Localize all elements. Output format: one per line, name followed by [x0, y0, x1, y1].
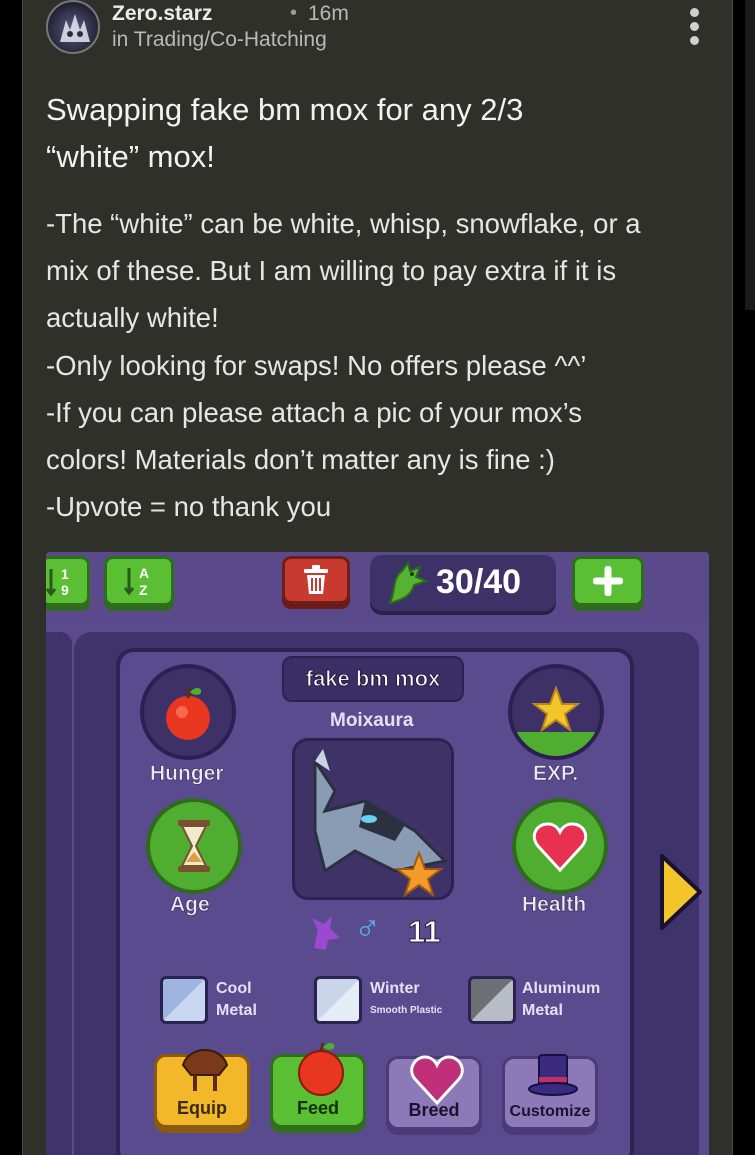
author-avatar[interactable] [46, 0, 100, 54]
equip-button: Equip [154, 1049, 250, 1128]
trash-icon [304, 565, 328, 594]
health-label: Health [522, 893, 587, 917]
post-time: 16m [308, 2, 349, 25]
material-2: Winter Smooth Plastic [370, 978, 442, 1022]
scrollbar[interactable] [745, 0, 755, 310]
heart-icon [532, 822, 588, 873]
age-label: Age [170, 893, 210, 917]
add-pet-button [572, 556, 644, 606]
pet-name: fake bm mox [282, 656, 464, 702]
delete-button [282, 556, 350, 604]
community-link[interactable]: in Trading/Co-Hatching [112, 28, 327, 52]
material-1-name: Cool [216, 980, 252, 997]
pet-species-icon [312, 916, 340, 950]
heart-icon [410, 1055, 464, 1106]
material-swatch-aluminum [468, 976, 516, 1024]
plus-icon [593, 566, 623, 596]
sort-numeric-icon: 1 9 [46, 566, 69, 598]
body-line: colors! Materials don’t matter any is fi… [46, 444, 555, 476]
next-arrow-icon [660, 854, 702, 930]
material-3: Aluminum Metal [522, 978, 600, 1022]
separator-dot: • [290, 2, 298, 24]
hourglass-icon [178, 820, 210, 872]
top-hat-icon [528, 1054, 578, 1096]
post-body: -The “white” can be white, whisp, snowfl… [46, 200, 706, 530]
equip-label: Equip [177, 1098, 227, 1118]
pet-level: 11 [408, 914, 442, 950]
exp-label: EXP. [533, 762, 579, 786]
apple-icon [166, 687, 210, 740]
material-2-name: Winter [370, 980, 420, 997]
sort-alpha-icon: A Z [123, 565, 149, 598]
customize-label: Customize [509, 1103, 591, 1120]
material-1-type: Metal [216, 1002, 257, 1019]
material-swatch-cool-metal [160, 976, 208, 1024]
pet-portrait [292, 738, 454, 900]
post-title-line: Swapping fake bm mox for any 2/3 [46, 92, 524, 127]
hunger-label: Hunger [150, 762, 224, 786]
hunger-meter [140, 664, 236, 760]
age-meter [146, 798, 242, 894]
body-line: -Only looking for swaps! No offers pleas… [46, 349, 587, 381]
more-options-icon[interactable] [682, 8, 706, 48]
saddle-icon [181, 1049, 229, 1091]
svg-text:A: A [139, 565, 149, 581]
customize-button: Customize [502, 1054, 598, 1130]
post-title-line: “white” mox! [46, 139, 215, 174]
body-line: mix of these. But I am willing to pay ex… [46, 255, 617, 287]
pet-count: 30/40 [436, 563, 522, 601]
svg-text:1: 1 [61, 566, 69, 582]
apple-icon [298, 1042, 344, 1096]
health-meter [512, 798, 608, 894]
pet-species: Moixaura [330, 710, 414, 731]
exp-meter [508, 664, 604, 760]
body-line: -Upvote = no thank you [46, 491, 332, 523]
pet-count-box: 30/40 [370, 555, 556, 611]
body-line: -If you can please attach a pic of your … [46, 396, 583, 428]
material-3-type: Metal [522, 1002, 563, 1019]
attached-image[interactable]: 1 9 A Z 30/40 fake bm mox Moixaura Hunge… [46, 552, 709, 1155]
side-panel [46, 632, 72, 1155]
material-2-type: Smooth Plastic [370, 1005, 443, 1016]
author-name[interactable]: Zero.starz [112, 2, 212, 26]
feed-label: Feed [296, 1098, 339, 1118]
material-swatch-winter [314, 976, 362, 1024]
material-3-name: Aluminum [522, 980, 601, 997]
body-line: actually white! [46, 302, 219, 334]
material-1: Cool Metal [216, 978, 257, 1022]
gender-icon: ♂ [354, 906, 381, 947]
dragon-portrait-icon [313, 749, 449, 897]
breed-button: Breed [386, 1055, 482, 1130]
feed-button: Feed [270, 1042, 366, 1128]
body-line: -The “white” can be white, whisp, snowfl… [46, 208, 641, 239]
sort-numeric-button: 1 9 [46, 556, 90, 606]
sort-alpha-button: A Z [104, 556, 174, 606]
post-title: Swapping fake bm mox for any 2/3 “white”… [46, 86, 696, 180]
dragon-icon [388, 560, 429, 605]
star-icon [531, 685, 581, 733]
svg-text:9: 9 [61, 582, 69, 598]
svg-text:Z: Z [139, 582, 148, 598]
post-header: Zero.starz • 16m in Trading/Co-Hatching [46, 0, 736, 60]
